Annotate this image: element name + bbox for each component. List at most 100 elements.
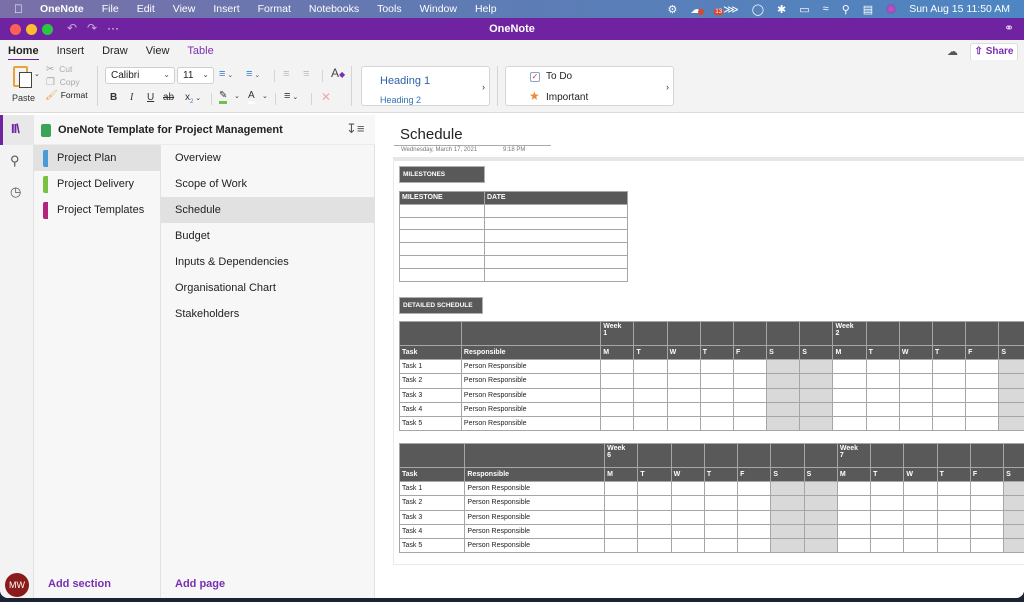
responsible-cell[interactable]: Person Responsible xyxy=(464,537,606,554)
day-cell[interactable] xyxy=(898,373,933,389)
delete-button[interactable]: ✕ xyxy=(321,90,331,104)
weekend-day-cell[interactable] xyxy=(770,495,805,511)
day-cell[interactable] xyxy=(870,509,905,525)
responsible-cell[interactable]: Person Responsible xyxy=(464,495,606,511)
day-cell[interactable] xyxy=(836,495,872,511)
weekend-day-cell[interactable] xyxy=(770,523,805,539)
page-item-inputs-dependencies[interactable]: Inputs & Dependencies xyxy=(161,249,375,275)
day-cell[interactable] xyxy=(699,373,734,389)
page-item-stakeholders[interactable]: Stakeholders xyxy=(161,301,375,327)
cut-button[interactable]: ✂ Cut xyxy=(46,64,72,75)
italic-button[interactable]: I xyxy=(130,92,133,103)
weekend-day-cell[interactable] xyxy=(998,387,1024,403)
day-cell[interactable] xyxy=(637,523,672,539)
task-name-cell[interactable]: Task 2 xyxy=(398,495,466,511)
collaborators-icon[interactable]: ⚭ xyxy=(1004,21,1014,35)
responsible-cell[interactable]: Person Responsible xyxy=(460,415,602,432)
menu-help[interactable]: Help xyxy=(466,3,506,15)
share-button[interactable]: ⇧ Share xyxy=(970,43,1018,61)
date-cell[interactable] xyxy=(484,203,628,218)
subscript-button[interactable]: x2 ⌄ xyxy=(185,92,201,105)
play-icon[interactable]: ◯ xyxy=(752,3,764,16)
numbering-button[interactable]: ≡ ⌄ xyxy=(246,68,260,80)
day-cell[interactable] xyxy=(633,387,668,403)
day-cell[interactable] xyxy=(633,401,668,417)
day-cell[interactable] xyxy=(703,509,739,525)
day-cell[interactable] xyxy=(600,401,635,417)
day-cell[interactable] xyxy=(699,415,734,432)
page-item-scope-of-work[interactable]: Scope of Work xyxy=(161,171,375,197)
day-cell[interactable] xyxy=(965,415,1000,432)
battery-icon[interactable]: ▭ xyxy=(799,3,809,16)
weekend-day-cell[interactable] xyxy=(998,359,1024,375)
day-cell[interactable] xyxy=(936,523,971,539)
tab-home[interactable]: Home xyxy=(8,45,39,61)
sort-pages-icon[interactable]: ↧≡ xyxy=(346,121,364,137)
styles-gallery[interactable]: Heading 1 Heading 2 › xyxy=(361,66,490,106)
day-cell[interactable] xyxy=(969,537,1005,554)
paste-options-chevron-icon[interactable]: ⌄ xyxy=(34,70,40,78)
day-cell[interactable] xyxy=(666,401,701,417)
notebook-header[interactable]: OneNote Template for Project Management … xyxy=(34,115,375,145)
date-cell[interactable] xyxy=(484,216,628,231)
menu-app-name[interactable]: OneNote xyxy=(31,3,93,15)
day-cell[interactable] xyxy=(965,387,1000,403)
task-name-cell[interactable]: Task 2 xyxy=(399,373,462,389)
responsible-cell[interactable]: Person Responsible xyxy=(464,509,606,525)
day-cell[interactable] xyxy=(633,359,668,375)
tag-todo[interactable]: To Do xyxy=(546,71,572,82)
weekend-day-cell[interactable] xyxy=(1003,481,1024,497)
date-cell[interactable] xyxy=(484,242,628,256)
weekend-day-cell[interactable] xyxy=(799,373,834,389)
day-cell[interactable] xyxy=(832,359,867,375)
day-cell[interactable] xyxy=(936,481,971,497)
day-cell[interactable] xyxy=(898,415,933,432)
day-cell[interactable] xyxy=(633,415,668,432)
wifi-icon[interactable]: ≈ xyxy=(823,3,829,15)
day-cell[interactable] xyxy=(836,537,872,554)
day-cell[interactable] xyxy=(903,481,938,497)
day-cell[interactable] xyxy=(965,401,1000,417)
avatar[interactable]: MW xyxy=(5,573,29,597)
menu-edit[interactable]: Edit xyxy=(128,3,164,15)
day-cell[interactable] xyxy=(865,387,900,403)
detailed-schedule-table[interactable]: Week 6Week 7Week 8TaskResponsibleMTWTFSS… xyxy=(398,443,1024,554)
weekend-day-cell[interactable] xyxy=(799,387,834,403)
day-cell[interactable] xyxy=(965,373,1000,389)
section-item-project-templates[interactable]: Project Templates xyxy=(34,197,161,223)
day-cell[interactable] xyxy=(931,359,967,375)
weekend-day-cell[interactable] xyxy=(1003,495,1024,511)
style-heading-2[interactable]: Heading 2 xyxy=(380,95,421,105)
page-title[interactable]: Schedule xyxy=(400,126,463,143)
align-button[interactable]: ≡ ⌄ xyxy=(284,90,298,102)
responsible-cell[interactable]: Person Responsible xyxy=(464,481,606,497)
day-cell[interactable] xyxy=(865,401,900,417)
task-name-cell[interactable]: Task 5 xyxy=(399,415,462,432)
day-cell[interactable] xyxy=(931,401,967,417)
notebook-name[interactable]: OneNote Template for Project Management xyxy=(58,124,283,136)
day-cell[interactable] xyxy=(898,387,933,403)
font-name-dropdown[interactable]: Calibri ⌄ xyxy=(105,67,175,84)
date-cell[interactable] xyxy=(484,229,628,244)
bluetooth-icon[interactable]: ✱ xyxy=(777,3,786,16)
detailed-schedule-table[interactable]: Week 1Week 2Week 3TaskResponsibleMTWTFSS… xyxy=(399,321,1024,432)
day-cell[interactable] xyxy=(936,495,971,511)
copy-button[interactable]: ❐ Copy xyxy=(46,77,80,88)
sync-status-icon[interactable]: ☁ xyxy=(947,45,958,58)
add-page-button[interactable]: Add page xyxy=(175,578,225,590)
page-item-budget[interactable]: Budget xyxy=(161,223,375,249)
day-cell[interactable] xyxy=(832,415,867,432)
day-cell[interactable] xyxy=(903,509,938,525)
day-cell[interactable] xyxy=(737,495,772,511)
day-cell[interactable] xyxy=(703,481,739,497)
spotlight-icon[interactable]: ⚲ xyxy=(842,3,850,16)
strikethrough-button[interactable]: ab xyxy=(163,92,174,103)
tags-expand-chevron-icon[interactable]: › xyxy=(666,82,669,92)
date-cell[interactable] xyxy=(484,254,628,269)
milestone-cell[interactable] xyxy=(399,254,485,269)
day-cell[interactable] xyxy=(637,481,672,497)
day-cell[interactable] xyxy=(865,373,900,389)
menu-format[interactable]: Format xyxy=(249,3,300,15)
weekend-day-cell[interactable] xyxy=(766,373,801,389)
day-cell[interactable] xyxy=(604,495,639,511)
